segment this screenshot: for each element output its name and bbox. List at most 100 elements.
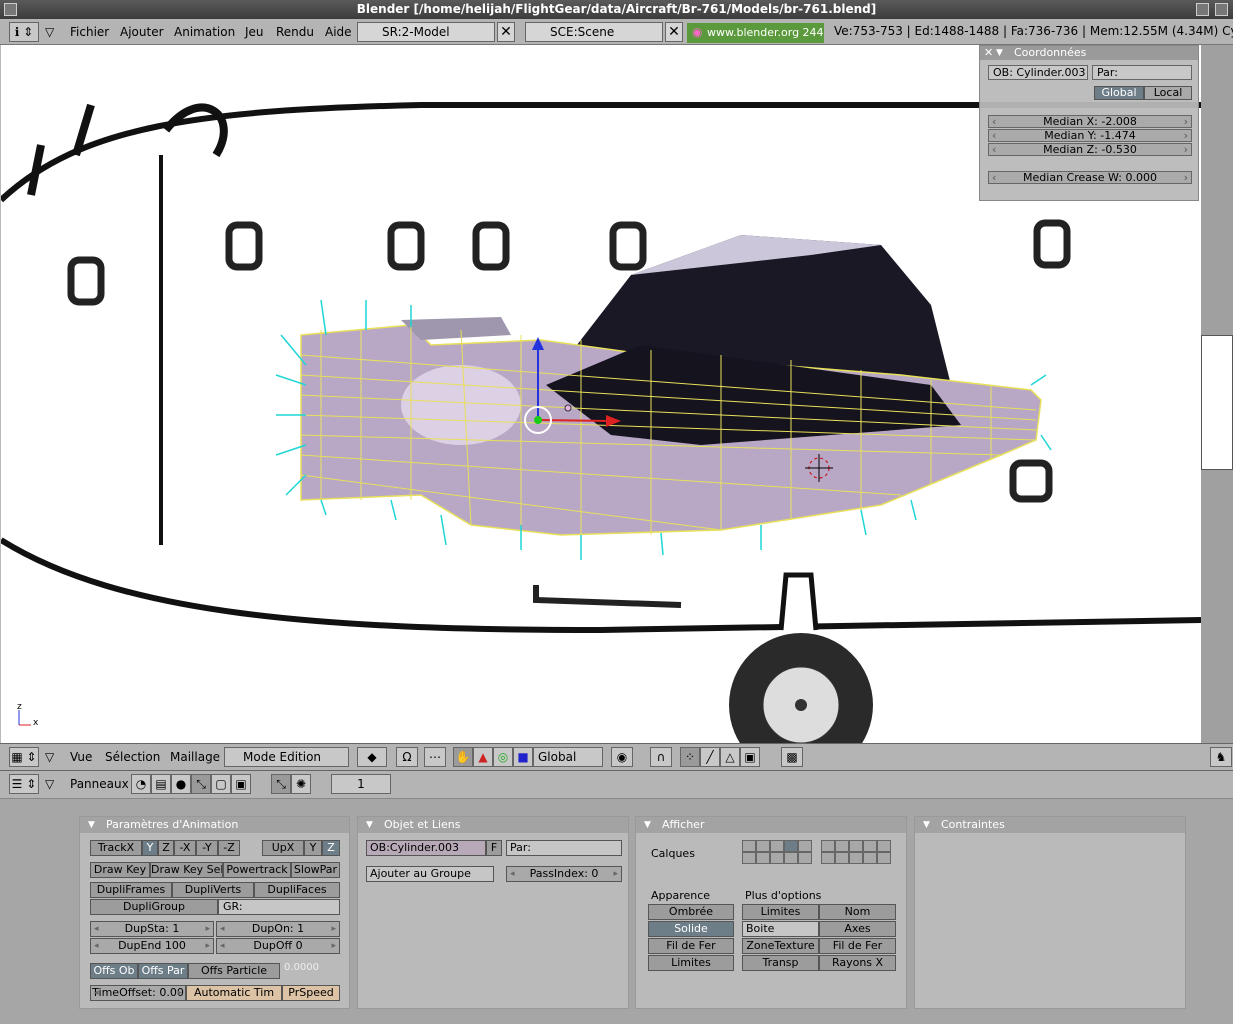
- snap-icon[interactable]: ⋯: [424, 747, 446, 767]
- delete-screen-button[interactable]: ✕: [497, 22, 515, 42]
- collapse-header-icon[interactable]: ▽: [45, 750, 54, 764]
- track-z-button[interactable]: Z: [158, 840, 174, 856]
- local-toggle[interactable]: Local: [1144, 86, 1192, 100]
- dupliframes-button[interactable]: DupliFrames: [90, 882, 172, 898]
- track-negz-button[interactable]: -Z: [218, 840, 240, 856]
- rotate-icon[interactable]: ◎: [493, 747, 513, 767]
- dupligroup-button[interactable]: DupliGroup: [90, 899, 218, 915]
- prspeed-button[interactable]: PrSpeed: [282, 985, 340, 1001]
- minimize-icon[interactable]: [1196, 3, 1209, 16]
- draw-type-button[interactable]: ◆: [357, 747, 387, 767]
- group-field[interactable]: GR:: [218, 899, 340, 915]
- delete-scene-button[interactable]: ✕: [665, 22, 683, 42]
- time-offset-field[interactable]: TimeOffset: 0.00: [90, 985, 186, 1001]
- logic-context-icon[interactable]: ◔: [131, 774, 151, 794]
- menu-rendu[interactable]: Rendu: [276, 25, 314, 39]
- offs-ob-button[interactable]: Offs Ob: [90, 963, 138, 979]
- menu-jeu[interactable]: Jeu: [245, 25, 264, 39]
- upx-button[interactable]: UpX: [262, 840, 304, 856]
- median-crease-field[interactable]: Median Crease W: 0.000: [988, 171, 1192, 184]
- window-menu-icon[interactable]: [4, 3, 17, 16]
- median-y-field[interactable]: Median Y: -1.474: [988, 129, 1192, 142]
- proportional-edit-icon[interactable]: ◉: [611, 747, 633, 767]
- pivot-icon[interactable]: Ω: [396, 747, 418, 767]
- face-select-icon[interactable]: △: [720, 747, 740, 767]
- magnet-icon[interactable]: ∩: [650, 747, 672, 767]
- axes-toggle[interactable]: Axes: [819, 921, 896, 937]
- script-context-icon[interactable]: ▤: [151, 774, 171, 794]
- collapse-panel-icon[interactable]: ▼: [996, 46, 1003, 60]
- constraints-panel-header[interactable]: Contraintes: [915, 817, 1185, 833]
- duplifaces-button[interactable]: DupliFaces: [254, 882, 340, 898]
- draw-key-sel-button[interactable]: Draw Key Sel: [150, 862, 223, 878]
- slowpar-button[interactable]: SlowPar: [291, 862, 340, 878]
- dupoff-field[interactable]: DupOff 0: [216, 938, 340, 954]
- mini-view[interactable]: [1201, 335, 1233, 470]
- vertex-select-icon[interactable]: ⁘: [680, 747, 700, 767]
- occlude-icon[interactable]: ▣: [740, 747, 760, 767]
- translate-icon[interactable]: ▲: [473, 747, 493, 767]
- fake-user-button[interactable]: F: [486, 840, 502, 856]
- xray-toggle[interactable]: Rayons X: [819, 955, 896, 971]
- object-name-input[interactable]: OB:Cylinder.003: [366, 840, 486, 856]
- wireframe-button[interactable]: Fil de Fer: [648, 938, 734, 954]
- collapse-buttons-header-icon[interactable]: ▽: [45, 777, 54, 791]
- orientation-selector[interactable]: Global: [533, 747, 603, 767]
- buttons-editor-type-button[interactable]: ☰ ⇕: [9, 774, 39, 794]
- editor-type-button[interactable]: ▦ ⇕: [9, 747, 39, 767]
- bounds-button[interactable]: Limites: [648, 955, 734, 971]
- object-name-field[interactable]: OB: Cylinder.003: [988, 65, 1088, 80]
- pass-index-field[interactable]: PassIndex: 0: [506, 866, 622, 882]
- up-y-button[interactable]: Y: [304, 840, 322, 856]
- object-parent-field[interactable]: Par:: [506, 840, 622, 856]
- draw-key-button[interactable]: Draw Key: [90, 862, 150, 878]
- median-x-field[interactable]: Median X: -2.008: [988, 115, 1192, 128]
- editing-context-icon[interactable]: ▢: [211, 774, 231, 794]
- track-negy-button[interactable]: -Y: [196, 840, 218, 856]
- info-editor-type-button[interactable]: ℹ ⇕: [9, 22, 39, 42]
- powertrack-button[interactable]: Powertrack: [223, 862, 291, 878]
- offs-particle-button[interactable]: Offs Particle: [188, 963, 280, 979]
- add-to-group-button[interactable]: Ajouter au Groupe: [366, 866, 494, 882]
- blender-org-link[interactable]: www.blender.org 244: [687, 23, 824, 43]
- menu-maillage[interactable]: Maillage: [170, 750, 220, 764]
- transparent-toggle[interactable]: Transp: [742, 955, 819, 971]
- scale-icon[interactable]: ■: [513, 747, 533, 767]
- scene-context-icon[interactable]: ▣: [231, 774, 251, 794]
- frame-number-field[interactable]: 1: [331, 774, 391, 794]
- automatic-time-button[interactable]: Automatic Tim: [186, 985, 282, 1001]
- bounds-toggle[interactable]: Limites: [742, 904, 819, 920]
- track-y-button[interactable]: Y: [142, 840, 158, 856]
- mode-selector[interactable]: Mode Edition: [224, 747, 349, 767]
- menu-fichier[interactable]: Fichier: [70, 25, 109, 39]
- menu-aide[interactable]: Aide: [325, 25, 352, 39]
- scene-selector[interactable]: SCE:Scene: [525, 22, 663, 42]
- wire-toggle[interactable]: Fil de Fer: [819, 938, 896, 954]
- name-toggle[interactable]: Nom: [819, 904, 896, 920]
- shading-context-icon[interactable]: ●: [171, 774, 191, 794]
- physics-subcontext-icon[interactable]: ✺: [291, 774, 311, 794]
- menu-animation[interactable]: Animation: [174, 25, 235, 39]
- maximize-icon[interactable]: [1215, 3, 1228, 16]
- global-toggle[interactable]: Global: [1094, 86, 1144, 100]
- shaded-button[interactable]: Ombrée: [648, 904, 734, 920]
- menu-vue[interactable]: Vue: [70, 750, 92, 764]
- bounds-type-select[interactable]: Boite: [742, 921, 819, 937]
- hand-manipulator-icon[interactable]: ✋: [453, 747, 473, 767]
- 3d-viewport[interactable]: z x ✕ ▼ Coordonnées OB: Cylinder.003 Par…: [1, 45, 1201, 743]
- close-panel-icon[interactable]: ✕: [984, 46, 993, 60]
- collapse-menu-icon[interactable]: ▽: [45, 25, 54, 39]
- object-context-icon[interactable]: ⤡: [191, 774, 211, 794]
- edge-select-icon[interactable]: ╱: [700, 747, 720, 767]
- offs-par-button[interactable]: Offs Par: [138, 963, 188, 979]
- dupsta-field[interactable]: DupSta: 1: [90, 921, 214, 937]
- draw-panel-header[interactable]: Afficher: [636, 817, 906, 833]
- object-subcontext-icon[interactable]: ⤡: [271, 774, 291, 794]
- animation-panel-header[interactable]: Paramètres d'Animation: [80, 817, 349, 833]
- dupend-field[interactable]: DupEnd 100: [90, 938, 214, 954]
- up-z-button[interactable]: Z: [322, 840, 340, 856]
- texture-space-toggle[interactable]: ZoneTexture: [742, 938, 819, 954]
- render-preview-icon[interactable]: ▩: [781, 747, 803, 767]
- dupon-field[interactable]: DupOn: 1: [216, 921, 340, 937]
- solid-button[interactable]: Solide: [648, 921, 734, 937]
